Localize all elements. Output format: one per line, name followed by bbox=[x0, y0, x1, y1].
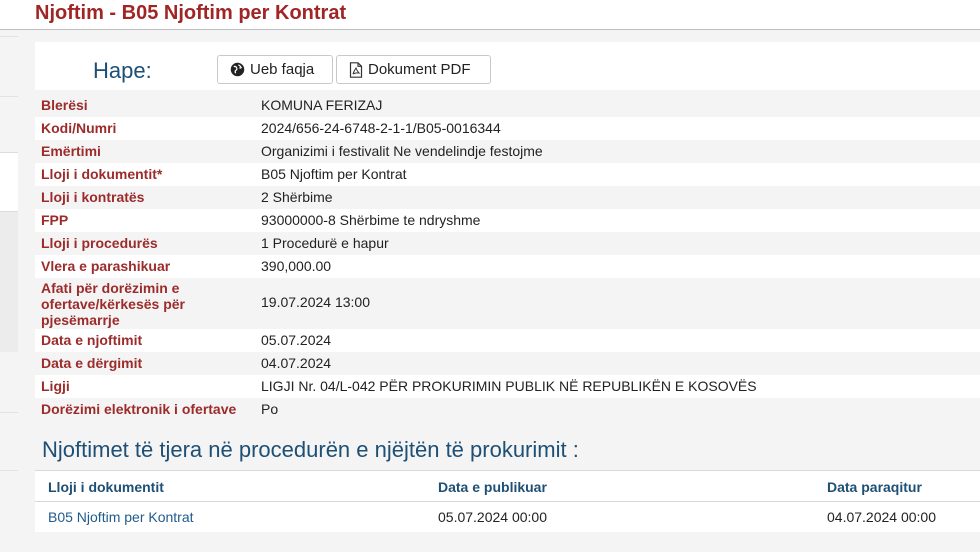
detail-value: Po bbox=[261, 401, 279, 417]
open-label: Hape: bbox=[93, 58, 152, 83]
detail-value: 1 Procedurë e hapur bbox=[261, 235, 389, 251]
left-divider bbox=[0, 470, 18, 471]
web-page-button[interactable]: Ueb faqja bbox=[217, 55, 333, 84]
detail-row-law: Ligji LIGJI Nr. 04/L-042 PËR PROKURIMIN … bbox=[35, 375, 980, 398]
detail-value: KOMUNA FERIZAJ bbox=[261, 97, 383, 113]
detail-value: 2024/656-24-6748-2-1-1/B05-0016344 bbox=[261, 120, 501, 136]
page-title: Njoftim - B05 Njoftim per Kontrat bbox=[35, 2, 347, 24]
detail-row-cpv: FPP 93000000-8 Shërbime te ndryshme bbox=[35, 209, 980, 232]
detail-row-procedure-type: Lloji i procedurës 1 Procedurë e hapur bbox=[35, 232, 980, 255]
notice-details: Blerësi KOMUNA FERIZAJ Kodi/Numri 2024/6… bbox=[35, 94, 980, 421]
pdf-document-button-label: Dokument PDF bbox=[368, 61, 471, 78]
other-notices-table: Lloji i dokumentit Data e publikuar Data… bbox=[35, 470, 980, 532]
detail-value: 390,000.00 bbox=[261, 258, 332, 274]
detail-row-sent-date: Data e dërgimit 04.07.2024 bbox=[35, 352, 980, 375]
detail-value: B05 Njoftim per Kontrat bbox=[261, 166, 407, 182]
detail-value: LIGJI Nr. 04/L-042 PËR PROKURIMIN PUBLIK… bbox=[261, 378, 757, 394]
globe-icon bbox=[230, 62, 245, 77]
left-sidebar-panel-shaded bbox=[0, 212, 18, 352]
detail-row-contract-type: Lloji i kontratës 2 Shërbime bbox=[35, 186, 980, 209]
open-links-bar: Hape: Ueb faqja Dokument PDF bbox=[35, 42, 980, 90]
submitted-date: 04.07.2024 00:00 bbox=[827, 509, 936, 525]
column-header: Data paraqitur bbox=[827, 479, 922, 495]
detail-label: Emërtimi bbox=[41, 143, 101, 159]
detail-label: Afati për dorëzimin e ofertave/kërkesës … bbox=[41, 280, 185, 328]
detail-row-name: Emërtimi Organizimi i festivalit Ne vend… bbox=[35, 140, 980, 163]
detail-label: Dorëzimi elektronik i ofertave bbox=[41, 401, 237, 417]
detail-value: 04.07.2024 bbox=[261, 355, 332, 371]
detail-row-document-type: Lloji i dokumentit* B05 Njoftim per Kont… bbox=[35, 163, 980, 186]
web-page-button-label: Ueb faqja bbox=[250, 61, 315, 78]
detail-label: Vlera e parashikuar bbox=[41, 258, 171, 274]
detail-label: Data e dërgimit bbox=[41, 355, 143, 371]
detail-row-submission-deadline: Afati për dorëzimin e ofertave/kërkesës … bbox=[35, 278, 980, 329]
detail-label: Lloji i kontratës bbox=[41, 189, 145, 205]
table-header: Lloji i dokumentit Data e publikuar Data… bbox=[35, 470, 980, 502]
published-date: 05.07.2024 00:00 bbox=[438, 509, 547, 525]
detail-row-buyer: Blerësi KOMUNA FERIZAJ bbox=[35, 94, 980, 117]
left-sidebar-panel bbox=[0, 152, 18, 212]
detail-row-notice-date: Data e njoftimit 05.07.2024 bbox=[35, 329, 980, 352]
detail-value: Organizimi i festivalit Ne vendelindje f… bbox=[261, 143, 543, 159]
document-type-link[interactable]: B05 Njoftim per Kontrat bbox=[48, 509, 194, 525]
detail-row-electronic-submission: Dorëzimi elektronik i ofertave Po bbox=[35, 398, 980, 421]
left-divider bbox=[0, 412, 18, 413]
detail-value: 19.07.2024 13:00 bbox=[261, 294, 370, 310]
detail-value: 2 Shërbime bbox=[261, 189, 333, 205]
detail-label: Data e njoftimit bbox=[41, 332, 143, 348]
detail-label: Blerësi bbox=[41, 97, 88, 113]
detail-row-code: Kodi/Numri 2024/656-24-6748-2-1-1/B05-00… bbox=[35, 117, 980, 140]
table-row: B05 Njoftim per Kontrat 05.07.2024 00:00… bbox=[35, 502, 980, 532]
detail-label: Lloji i procedurës bbox=[41, 235, 158, 251]
detail-value: 93000000-8 Shërbime te ndryshme bbox=[261, 212, 481, 228]
column-header: Data e publikuar bbox=[438, 479, 547, 495]
detail-label: FPP bbox=[41, 212, 69, 228]
pdf-file-icon bbox=[349, 61, 363, 78]
left-divider bbox=[0, 36, 18, 37]
detail-label: Ligji bbox=[41, 378, 70, 394]
pdf-document-button[interactable]: Dokument PDF bbox=[336, 55, 491, 84]
other-notices-heading: Njoftimet të tjera në procedurën e njëjt… bbox=[42, 437, 579, 462]
detail-row-estimated-value: Vlera e parashikuar 390,000.00 bbox=[35, 255, 980, 278]
title-bar: Njoftim - B05 Njoftim per Kontrat bbox=[0, 0, 980, 30]
detail-value: 05.07.2024 bbox=[261, 332, 332, 348]
detail-label: Lloji i dokumentit* bbox=[41, 166, 163, 182]
detail-label: Kodi/Numri bbox=[41, 120, 117, 136]
left-divider bbox=[0, 96, 18, 97]
column-header: Lloji i dokumentit bbox=[48, 479, 164, 495]
